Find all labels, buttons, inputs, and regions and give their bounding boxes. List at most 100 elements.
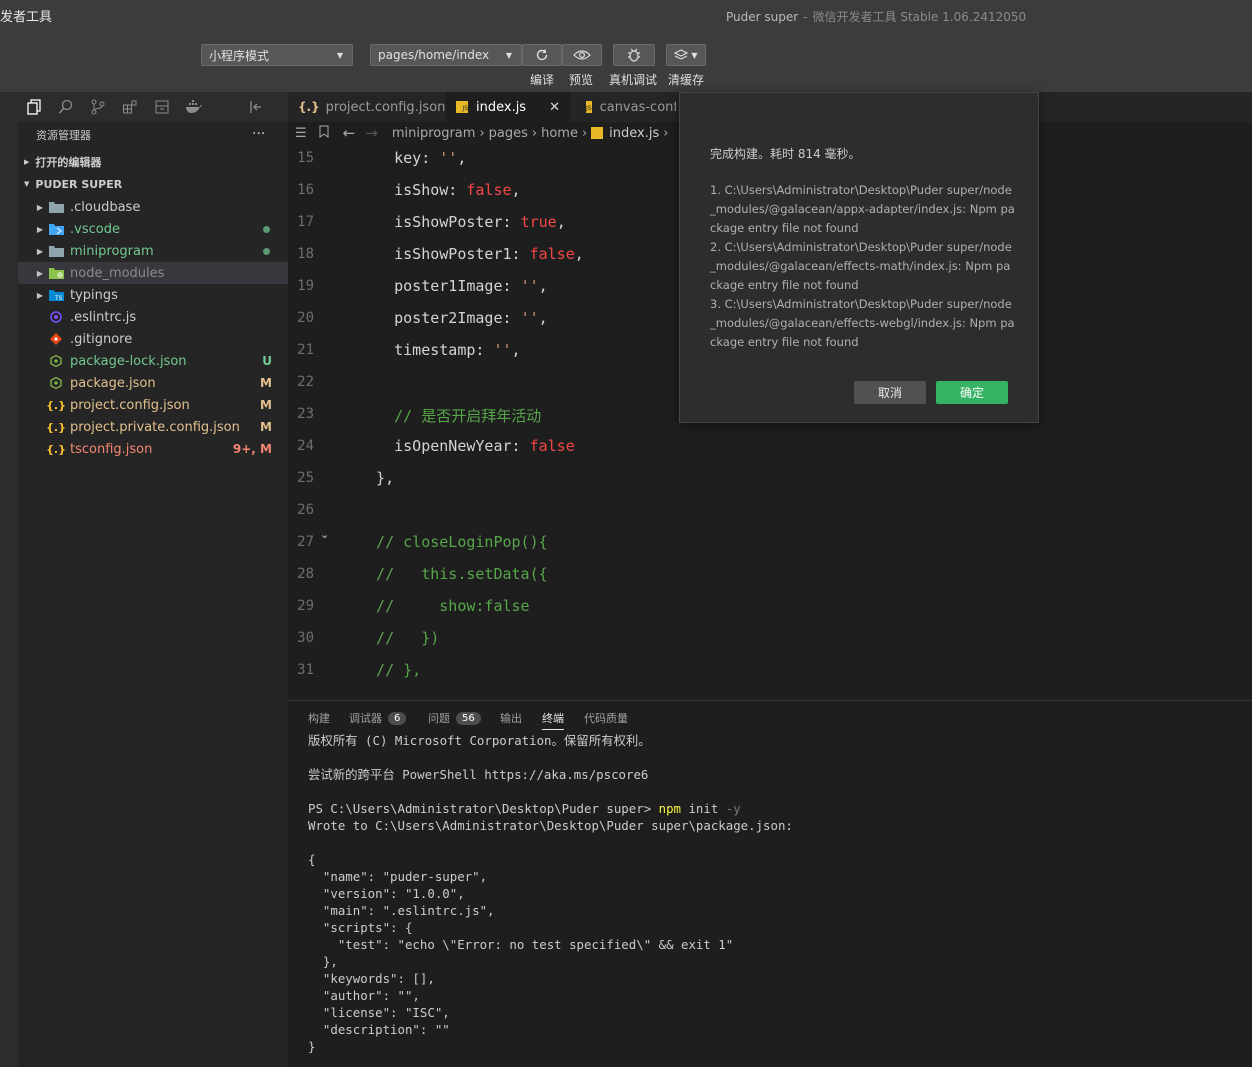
tab-problems[interactable]: 问题 56 bbox=[428, 710, 481, 726]
cloud-dev-icon[interactable] bbox=[146, 92, 178, 122]
preview-button[interactable] bbox=[562, 44, 602, 66]
code-token: , bbox=[538, 309, 548, 327]
tree-item[interactable]: package.json M bbox=[18, 372, 288, 394]
json-icon: {.} bbox=[46, 420, 66, 434]
terminal-line: } bbox=[308, 1038, 793, 1055]
bookmark-icon[interactable] bbox=[319, 125, 329, 142]
error-item: 2. C:\Users\Administrator\Desktop\Puder … bbox=[710, 240, 1012, 292]
compile-button[interactable] bbox=[522, 44, 562, 66]
tab-label: 调试器 bbox=[349, 712, 382, 725]
tree-item[interactable]: ▶ node_modules bbox=[18, 262, 288, 284]
line-number: 20 bbox=[297, 310, 314, 326]
line-number: 30 bbox=[297, 630, 314, 646]
cancel-button[interactable]: 取消 bbox=[854, 381, 926, 404]
tree-item[interactable]: package-lock.json U bbox=[18, 350, 288, 372]
activity-bar bbox=[0, 92, 18, 1067]
close-icon[interactable]: ✕ bbox=[549, 100, 560, 115]
tree-item[interactable]: ▶ miniprogram bbox=[18, 240, 288, 262]
code-token: '' bbox=[439, 149, 458, 167]
terminal-text: PS C:\Users\Administrator\Desktop\Puder … bbox=[308, 801, 659, 816]
more-actions-button[interactable]: ··· bbox=[252, 126, 265, 142]
compile-page-select[interactable]: pages/home/index ▼ bbox=[370, 44, 522, 66]
tab-debugger[interactable]: 调试器 6 bbox=[349, 710, 407, 726]
terminal-line: }, bbox=[308, 953, 793, 970]
code-token: // }, bbox=[358, 661, 422, 679]
tab-build[interactable]: 构建 bbox=[308, 710, 330, 726]
breadcrumb-item[interactable]: pages bbox=[489, 126, 528, 141]
open-editors-section[interactable]: ▶ 打开的编辑器 bbox=[18, 151, 288, 173]
tab-label: 问题 bbox=[428, 712, 450, 725]
terminal-text: { bbox=[308, 852, 316, 867]
confirm-button[interactable]: 确定 bbox=[936, 381, 1008, 404]
code-token: isShowPoster: bbox=[358, 213, 521, 231]
search-icon[interactable] bbox=[50, 92, 82, 122]
svg-text:TS: TS bbox=[54, 295, 63, 301]
extensions-icon[interactable] bbox=[114, 92, 146, 122]
tree-item[interactable]: {.} project.config.json M bbox=[18, 394, 288, 416]
code-line: // 是否开启拜年活动 bbox=[358, 405, 541, 426]
breadcrumb-item[interactable]: home bbox=[541, 126, 578, 141]
tab-code-quality[interactable]: 代码质量 bbox=[584, 710, 628, 726]
code-line: timestamp: '', bbox=[358, 341, 520, 359]
code-line: isOpenNewYear: false bbox=[358, 437, 575, 455]
tree-item[interactable]: .gitignore bbox=[18, 328, 288, 350]
terminal-text: "scripts": { bbox=[308, 920, 413, 935]
dialog-error-list: 1. C:\Users\Administrator\Desktop\Puder … bbox=[710, 181, 1015, 352]
code-token: // this.setData({ bbox=[358, 565, 548, 583]
chevron-right-icon: ▶ bbox=[36, 268, 44, 278]
chevron-right-icon: ▶ bbox=[36, 224, 44, 234]
real-device-debug-button[interactable] bbox=[613, 44, 655, 66]
tab-project-config[interactable]: {.} project.config.json bbox=[288, 92, 446, 122]
breadcrumb-item[interactable]: miniprogram bbox=[392, 126, 476, 141]
code-line: isShowPoster: true, bbox=[358, 213, 566, 231]
tab-terminal[interactable]: 终端 bbox=[542, 710, 564, 730]
back-arrow-icon[interactable]: ← bbox=[343, 124, 356, 142]
folder-icon bbox=[48, 244, 64, 258]
chevron-right-icon: › bbox=[663, 125, 669, 141]
git-status-badge: U bbox=[262, 354, 272, 368]
terminal-text: Wrote to C:\Users\Administrator\Desktop\… bbox=[308, 818, 793, 833]
terminal-line: 尝试新的跨平台 PowerShell https://aka.ms/pscore… bbox=[308, 766, 793, 783]
git-status-badge: 9+, M bbox=[232, 442, 272, 456]
mode-select[interactable]: 小程序模式 ▼ bbox=[201, 44, 353, 66]
git-status-badge: M bbox=[260, 398, 272, 412]
tree-item-label: .gitignore bbox=[70, 331, 133, 347]
tab-canvas-config[interactable]: JS canvas-confe bbox=[576, 92, 676, 122]
code-token: false bbox=[466, 181, 512, 199]
npm-icon bbox=[48, 376, 64, 390]
tree-item[interactable]: {.} tsconfig.json 9+, M bbox=[18, 438, 288, 460]
fold-chevron-icon[interactable]: ⌄ bbox=[320, 528, 329, 541]
code-token: isShowPoster1: bbox=[358, 245, 530, 263]
outline-icon[interactable]: ☰ bbox=[295, 126, 307, 141]
terminal-line: "main": ".eslintrc.js", bbox=[308, 902, 793, 919]
code-token: , bbox=[457, 149, 467, 167]
real-debug-label: 真机调试 bbox=[609, 73, 658, 87]
tree-item[interactable]: {.} project.private.config.json M bbox=[18, 416, 288, 438]
tree-item[interactable]: .eslintrc.js bbox=[18, 306, 288, 328]
line-number: 31 bbox=[297, 662, 314, 678]
tab-output[interactable]: 输出 bbox=[500, 710, 522, 726]
terminal-text: "keywords": [], bbox=[308, 971, 435, 986]
tree-item[interactable]: ▶ .vscode bbox=[18, 218, 288, 240]
tab-index-js[interactable]: JS index.js ✕ bbox=[446, 92, 570, 122]
tree-item[interactable]: ▶ TS typings bbox=[18, 284, 288, 306]
project-name: Puder super bbox=[726, 10, 799, 24]
terminal-text: } bbox=[308, 1039, 316, 1054]
code-token: , bbox=[574, 245, 584, 263]
code-token: , bbox=[556, 213, 566, 231]
clear-cache-button[interactable]: ▼ bbox=[666, 44, 706, 66]
terminal-text: "main": ".eslintrc.js", bbox=[308, 903, 495, 918]
collapse-panel-icon[interactable] bbox=[240, 92, 272, 122]
source-control-icon[interactable] bbox=[82, 92, 114, 122]
tree-item[interactable]: ▶ .cloudbase bbox=[18, 196, 288, 218]
tab-label: project.config.json bbox=[325, 99, 446, 115]
docker-icon[interactable] bbox=[178, 92, 210, 122]
chevron-right-icon: › bbox=[581, 125, 588, 141]
code-token: , bbox=[511, 181, 521, 199]
breadcrumb-item[interactable]: index.js bbox=[609, 126, 659, 141]
terminal-line: "version": "1.0.0", bbox=[308, 885, 793, 902]
explorer-icon[interactable] bbox=[18, 92, 50, 122]
forward-arrow-icon[interactable]: → bbox=[365, 124, 378, 142]
terminal-output[interactable]: 版权所有 (C) Microsoft Corporation。保留所有权利。 尝试… bbox=[308, 732, 793, 1055]
project-section[interactable]: ▼ PUDER SUPER bbox=[18, 173, 288, 195]
